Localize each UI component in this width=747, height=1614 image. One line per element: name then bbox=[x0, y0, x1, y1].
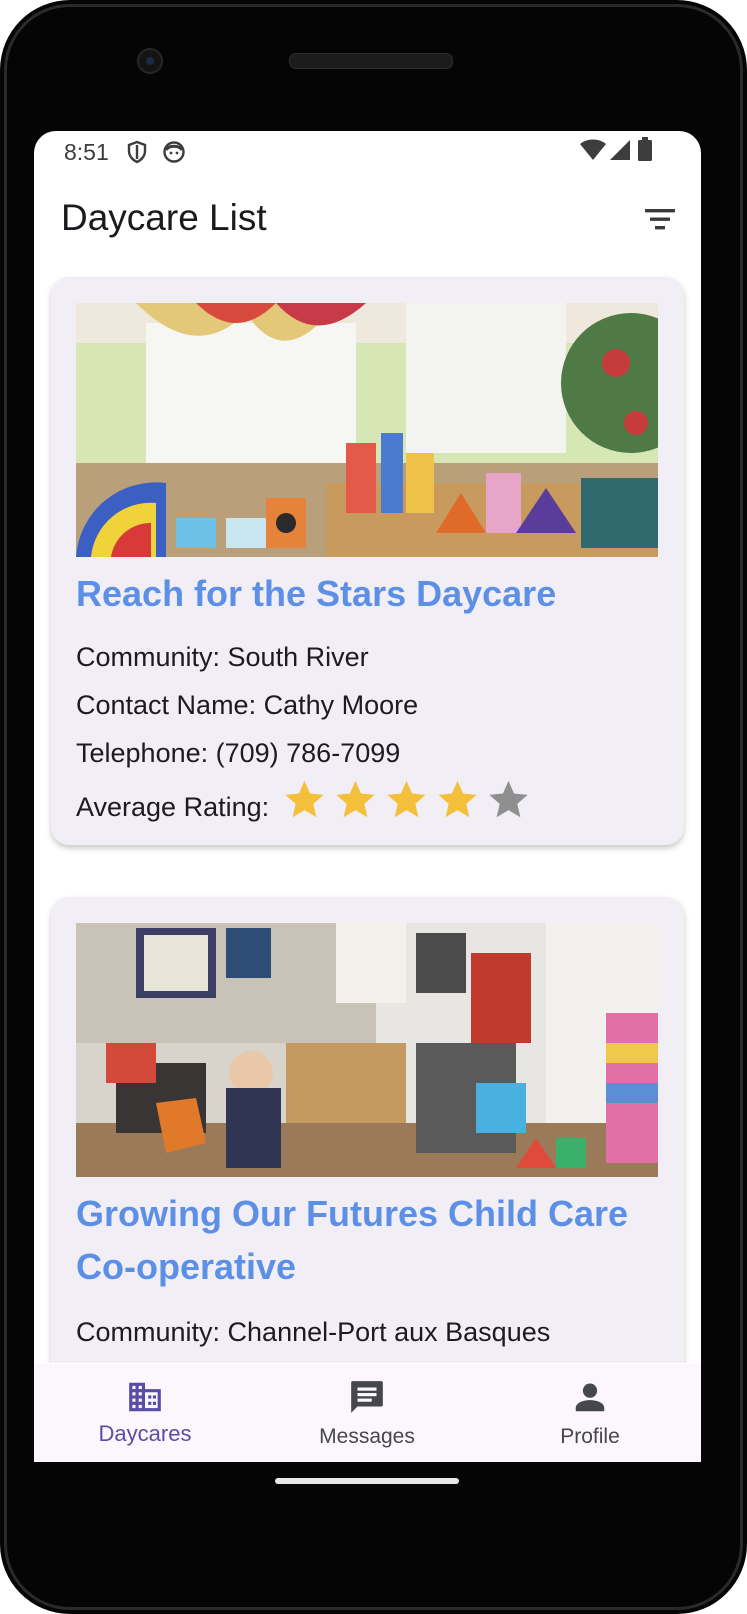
face-icon bbox=[162, 140, 186, 169]
phone-frame: 8:51 Daycare List Reach for the Stars Da… bbox=[0, 0, 747, 1614]
community-text: Community: South River bbox=[76, 642, 369, 672]
status-time: 8:51 bbox=[64, 139, 109, 165]
app-screen: 8:51 Daycare List Reach for the Stars Da… bbox=[34, 131, 701, 1462]
daycare-list: Reach for the Stars Daycare Community: S… bbox=[34, 263, 701, 1363]
daycare-name[interactable]: Reach for the Stars Daycare bbox=[76, 567, 656, 620]
daycare-card[interactable]: Reach for the Stars Daycare Community: S… bbox=[51, 277, 684, 845]
filter-icon bbox=[638, 209, 682, 245]
battery-icon bbox=[637, 136, 653, 167]
shield-icon bbox=[126, 140, 148, 169]
nav-item-profile[interactable]: Profile bbox=[479, 1364, 701, 1462]
front-camera bbox=[137, 48, 163, 74]
nav-label-daycares: Daycares bbox=[98, 1421, 192, 1446]
star-filled-icon bbox=[332, 777, 379, 823]
daycare-name[interactable]: Growing Our Futures Child Care Co-operat… bbox=[76, 1187, 656, 1293]
daycare-photo bbox=[76, 303, 658, 557]
telephone-text: Telephone: (709) 786-7099 bbox=[76, 738, 401, 768]
nav-label-messages: Messages bbox=[319, 1425, 415, 1448]
star-filled-icon bbox=[281, 777, 328, 823]
nav-item-messages[interactable]: Messages bbox=[256, 1364, 478, 1462]
bottom-navigation: Daycares Messages Profile bbox=[34, 1364, 701, 1462]
nav-item-daycares[interactable]: Daycares bbox=[34, 1364, 256, 1462]
daycare-card[interactable]: Growing Our Futures Child Care Co-operat… bbox=[51, 897, 684, 1363]
contact-text: Contact Name: Cathy Moore bbox=[76, 690, 419, 720]
signal-icon bbox=[608, 138, 632, 167]
earpiece-speaker bbox=[289, 53, 453, 69]
star-filled-icon bbox=[434, 777, 481, 823]
message-icon bbox=[348, 1378, 386, 1416]
home-indicator[interactable] bbox=[275, 1478, 459, 1484]
person-icon bbox=[571, 1378, 609, 1416]
app-bar: Daycare List bbox=[34, 175, 701, 263]
page-title: Daycare List bbox=[61, 197, 267, 238]
rating-stars bbox=[281, 777, 532, 823]
star-empty-icon bbox=[485, 777, 532, 823]
nav-label-profile: Profile bbox=[560, 1425, 620, 1448]
community-text: Community: Channel-Port aux Basques bbox=[76, 1317, 551, 1347]
building-icon bbox=[126, 1378, 164, 1416]
daycare-photo bbox=[76, 923, 658, 1177]
status-bar: 8:51 bbox=[34, 131, 701, 175]
star-filled-icon bbox=[383, 777, 430, 823]
rating-label: Average Rating: bbox=[76, 792, 270, 822]
filter-button[interactable] bbox=[638, 197, 682, 241]
wifi-icon bbox=[579, 138, 607, 167]
